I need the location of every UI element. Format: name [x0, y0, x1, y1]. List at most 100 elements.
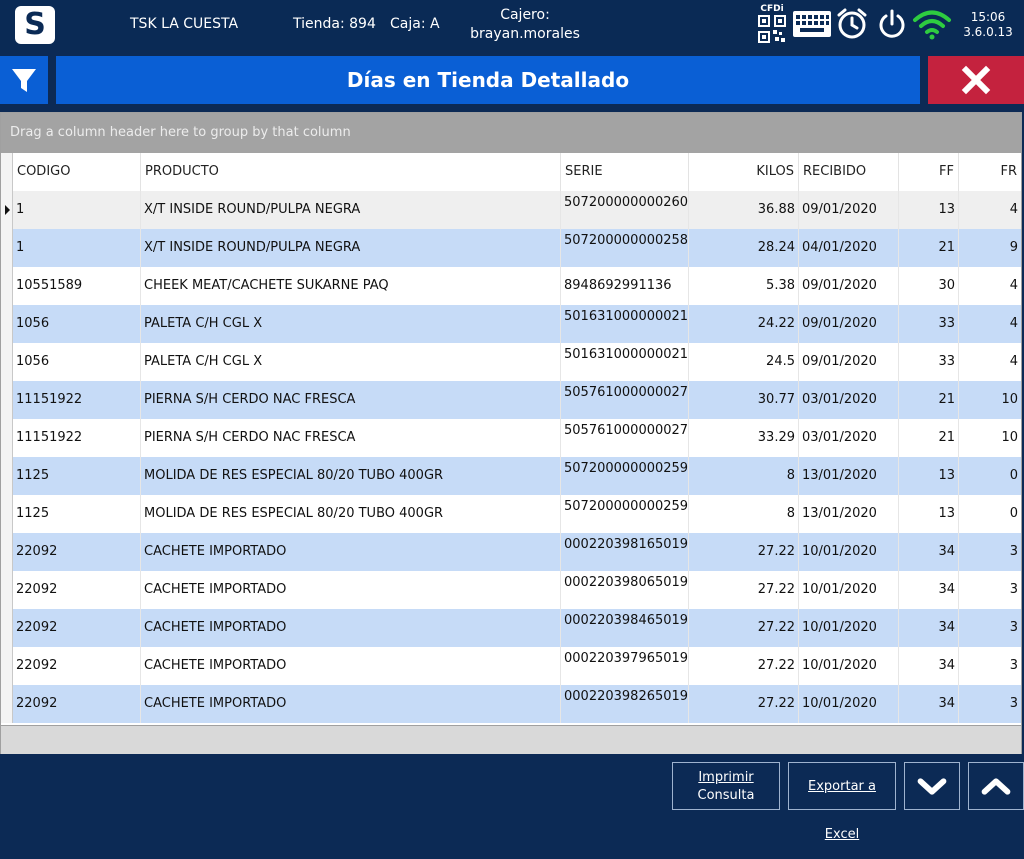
cell-fr[interactable]: 0	[959, 495, 1021, 533]
row-indicator[interactable]	[1, 609, 13, 647]
row-indicator[interactable]	[1, 191, 13, 229]
cell-serie[interactable]: 50163100000002145	[561, 305, 689, 343]
cell-kilos[interactable]: 28.24	[689, 229, 799, 267]
cell-kilos[interactable]: 27.22	[689, 647, 799, 685]
cell-producto[interactable]: PALETA C/H CGL X	[141, 343, 561, 381]
column-header-recibido[interactable]: RECIBIDO	[799, 153, 899, 191]
table-row[interactable]: 1125 MOLIDA DE RES ESPECIAL 80/20 TUBO 40…	[1, 495, 1021, 533]
cell-producto[interactable]: MOLIDA DE RES ESPECIAL 80/20 TUBO 400GR	[141, 495, 561, 533]
group-by-panel[interactable]: Drag a column header here to group by th…	[1, 113, 1021, 153]
cell-fr[interactable]: 4	[959, 191, 1021, 229]
cell-fr[interactable]: 3	[959, 609, 1021, 647]
column-header-codigo[interactable]: CODIGO	[13, 153, 141, 191]
cell-producto[interactable]: MOLIDA DE RES ESPECIAL 80/20 TUBO 400GR	[141, 457, 561, 495]
cell-recibido[interactable]: 03/01/2020	[799, 381, 899, 419]
cell-ff[interactable]: 30	[899, 267, 959, 305]
column-header-producto[interactable]: PRODUCTO	[141, 153, 561, 191]
cell-codigo[interactable]: 22092	[13, 647, 141, 685]
table-row[interactable]: 10551589 CHEEK MEAT/CACHETE SUKARNE PAQ 89…	[1, 267, 1021, 305]
row-indicator[interactable]	[1, 305, 13, 343]
cell-ff[interactable]: 33	[899, 305, 959, 343]
cell-serie[interactable]: 0002203984650190	[561, 609, 689, 647]
cell-producto[interactable]: X/T INSIDE ROUND/PULPA NEGRA	[141, 229, 561, 267]
cell-ff[interactable]: 13	[899, 495, 959, 533]
cell-fr[interactable]: 4	[959, 267, 1021, 305]
cell-producto[interactable]: CACHETE IMPORTADO	[141, 609, 561, 647]
column-header-fr[interactable]: FR	[959, 153, 1021, 191]
wifi-icon[interactable]	[912, 8, 952, 44]
cell-ff[interactable]: 34	[899, 685, 959, 723]
table-row[interactable]: 1125 MOLIDA DE RES ESPECIAL 80/20 TUBO 40…	[1, 457, 1021, 495]
cell-serie[interactable]: 50720000000025847	[561, 229, 689, 267]
cell-serie[interactable]: 50163100000002145	[561, 343, 689, 381]
cell-producto[interactable]: PIERNA S/H CERDO NAC FRESCA	[141, 381, 561, 419]
cell-ff[interactable]: 13	[899, 191, 959, 229]
cell-ff[interactable]: 34	[899, 647, 959, 685]
cell-kilos[interactable]: 27.22	[689, 533, 799, 571]
table-row[interactable]: 22092 CACHETE IMPORTADO 0002203984650190 27…	[1, 609, 1021, 647]
cell-kilos[interactable]: 8	[689, 457, 799, 495]
row-indicator[interactable]	[1, 229, 13, 267]
cell-serie[interactable]: 0002203982650191	[561, 685, 689, 723]
cell-fr[interactable]: 3	[959, 647, 1021, 685]
table-row[interactable]: 22092 CACHETE IMPORTADO 0002203980650192 27…	[1, 571, 1021, 609]
table-row[interactable]: 22092 CACHETE IMPORTADO 0002203981650197 27…	[1, 533, 1021, 571]
row-indicator[interactable]	[1, 571, 13, 609]
cell-fr[interactable]: 3	[959, 685, 1021, 723]
cell-codigo[interactable]: 11151922	[13, 419, 141, 457]
cell-serie[interactable]: 50576100000002765	[561, 419, 689, 457]
cell-kilos[interactable]: 5.38	[689, 267, 799, 305]
cell-codigo[interactable]: 22092	[13, 609, 141, 647]
row-indicator[interactable]	[1, 495, 13, 533]
cell-serie[interactable]: 0002203981650197	[561, 533, 689, 571]
row-indicator[interactable]	[1, 343, 13, 381]
table-row[interactable]: 22092 CACHETE IMPORTADO 0002203982650191 27…	[1, 685, 1021, 723]
cell-fr[interactable]: 0	[959, 457, 1021, 495]
table-row[interactable]: 22092 CACHETE IMPORTADO 0002203979650191 27…	[1, 647, 1021, 685]
cell-fr[interactable]: 4	[959, 343, 1021, 381]
cell-serie[interactable]: 8948692991136	[561, 267, 689, 305]
row-indicator[interactable]	[1, 685, 13, 723]
cell-recibido[interactable]: 10/01/2020	[799, 647, 899, 685]
cell-codigo[interactable]: 11151922	[13, 381, 141, 419]
cell-kilos[interactable]: 24.22	[689, 305, 799, 343]
cell-codigo[interactable]: 22092	[13, 571, 141, 609]
cell-ff[interactable]: 21	[899, 381, 959, 419]
cell-producto[interactable]: CHEEK MEAT/CACHETE SUKARNE PAQ	[141, 267, 561, 305]
cell-fr[interactable]: 10	[959, 419, 1021, 457]
column-header-kilos[interactable]: KILOS	[689, 153, 799, 191]
cell-serie[interactable]: 50720000000026001	[561, 191, 689, 229]
column-header-ff[interactable]: FF	[899, 153, 959, 191]
cell-ff[interactable]: 33	[899, 343, 959, 381]
power-icon[interactable]	[876, 8, 908, 44]
column-header-serie[interactable]: SERIE	[561, 153, 689, 191]
cell-recibido[interactable]: 10/01/2020	[799, 609, 899, 647]
cell-recibido[interactable]: 03/01/2020	[799, 419, 899, 457]
table-row[interactable]: 1056PALETA C/H CGL X5016310000000214524.…	[1, 305, 1021, 343]
cell-recibido[interactable]: 04/01/2020	[799, 229, 899, 267]
table-row[interactable]: 11151922 PIERNA S/H CERDO NAC FRESCA 50576…	[1, 419, 1021, 457]
close-button[interactable]	[928, 56, 1024, 104]
export-excel-button[interactable]: Exportar a Excel	[788, 762, 896, 842]
cell-recibido[interactable]: 09/01/2020	[799, 191, 899, 229]
cell-producto[interactable]: CACHETE IMPORTADO	[141, 647, 561, 685]
table-row[interactable]: 1056PALETA C/H CGL X5016310000000214524.…	[1, 343, 1021, 381]
cell-recibido[interactable]: 09/01/2020	[799, 267, 899, 305]
cell-fr[interactable]: 3	[959, 571, 1021, 609]
cell-recibido[interactable]: 10/01/2020	[799, 685, 899, 723]
cell-fr[interactable]: 9	[959, 229, 1021, 267]
cell-codigo[interactable]: 1056	[13, 305, 141, 343]
row-indicator[interactable]	[1, 267, 13, 305]
cell-ff[interactable]: 21	[899, 419, 959, 457]
table-row[interactable]: 1 X/T INSIDE ROUND/PULPA NEGRA 50720000000…	[1, 191, 1021, 229]
keyboard-icon[interactable]	[792, 10, 832, 42]
cell-kilos[interactable]: 27.22	[689, 571, 799, 609]
cell-producto[interactable]: CACHETE IMPORTADO	[141, 685, 561, 723]
cell-codigo[interactable]: 10551589	[13, 267, 141, 305]
row-indicator[interactable]	[1, 457, 13, 495]
cell-recibido[interactable]: 13/01/2020	[799, 457, 899, 495]
cell-codigo[interactable]: 1	[13, 191, 141, 229]
row-indicator[interactable]	[1, 381, 13, 419]
cell-ff[interactable]: 34	[899, 533, 959, 571]
cell-recibido[interactable]: 09/01/2020	[799, 343, 899, 381]
